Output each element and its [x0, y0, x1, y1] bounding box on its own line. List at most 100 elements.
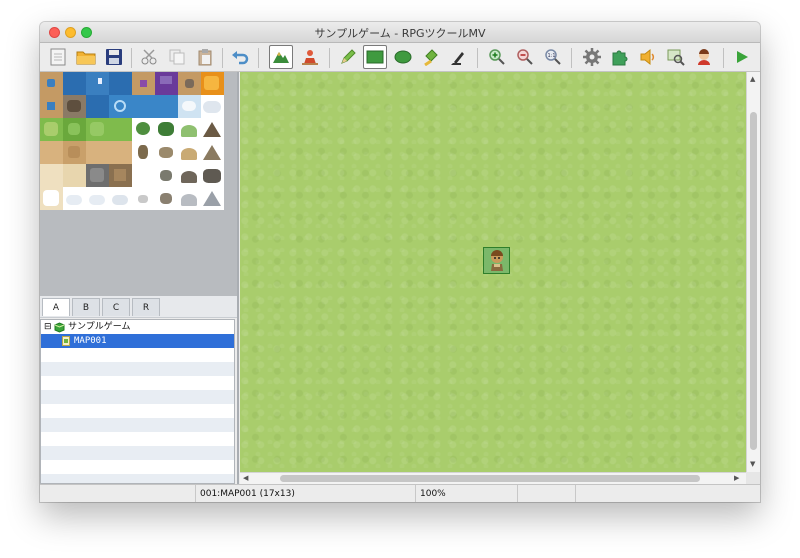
- character-generator-button[interactable]: [692, 45, 716, 69]
- tile-poison[interactable]: [155, 72, 178, 95]
- tile-dead-tree[interactable]: [132, 141, 155, 164]
- event-searcher-button[interactable]: [664, 45, 688, 69]
- horizontal-scroll-thumb[interactable]: [280, 475, 700, 482]
- tile-dirt[interactable]: [40, 141, 63, 164]
- tile-empty[interactable]: [132, 164, 155, 187]
- tile-waterfall[interactable]: [155, 95, 178, 118]
- tab-tileset-b[interactable]: B: [72, 298, 100, 316]
- vertical-scroll-thumb[interactable]: [750, 112, 757, 450]
- tile-whirlpool[interactable]: [109, 95, 132, 118]
- tile-gravel[interactable]: [86, 164, 109, 187]
- tab-tileset-a[interactable]: A: [42, 298, 70, 316]
- tile-ruins[interactable]: [109, 164, 132, 187]
- tile-snow-edge[interactable]: [40, 187, 63, 210]
- tile-mountain[interactable]: [201, 118, 224, 141]
- tile-hill[interactable]: [178, 118, 201, 141]
- tile-deep-sea[interactable]: [109, 72, 132, 95]
- tile-lava-edge[interactable]: [178, 72, 201, 95]
- tile-snow-rock[interactable]: [132, 187, 155, 210]
- scroll-up-arrow-icon[interactable]: ▲: [750, 74, 755, 84]
- tile-snow-2[interactable]: [86, 187, 109, 210]
- ellipse-tool-button[interactable]: [391, 45, 415, 69]
- pencil-tool-button[interactable]: [336, 45, 360, 69]
- tile-boulder[interactable]: [155, 164, 178, 187]
- tile-grass[interactable]: [40, 118, 63, 141]
- map-vertical-scrollbar[interactable]: ▲ ▼: [746, 72, 760, 472]
- empty-tree-row: [41, 404, 234, 418]
- map-tree-project-row[interactable]: ⊟ サンプルゲーム: [41, 320, 234, 334]
- tile-snow-hill[interactable]: [178, 187, 201, 210]
- scroll-left-arrow-icon[interactable]: ◀: [243, 473, 248, 483]
- new-project-button[interactable]: [46, 45, 70, 69]
- tile-forest[interactable]: [155, 118, 178, 141]
- tile-ice[interactable]: [178, 95, 201, 118]
- cut-button[interactable]: [137, 45, 161, 69]
- zoom-out-button[interactable]: [513, 45, 537, 69]
- tile-bush[interactable]: [132, 118, 155, 141]
- player-start-event[interactable]: [483, 247, 510, 274]
- tile-water-shallow[interactable]: [132, 95, 155, 118]
- rectangle-tool-button[interactable]: [363, 45, 387, 69]
- clipboard-icon: [198, 49, 212, 66]
- tile-snow[interactable]: [63, 187, 86, 210]
- copy-button[interactable]: [165, 45, 189, 69]
- save-project-button[interactable]: [102, 45, 126, 69]
- toolbar-separator: [571, 48, 572, 68]
- tile-sand-hill[interactable]: [178, 141, 201, 164]
- event-mode-button[interactable]: [298, 45, 322, 69]
- scroll-right-arrow-icon[interactable]: ▶: [734, 473, 739, 483]
- zoom-in-button[interactable]: [485, 45, 509, 69]
- tile-snow-3[interactable]: [109, 187, 132, 210]
- tile-desert-2[interactable]: [63, 164, 86, 187]
- tile-snow-boulder[interactable]: [155, 187, 178, 210]
- project-name: サンプルゲーム: [68, 322, 131, 332]
- map-mode-button[interactable]: [269, 45, 293, 69]
- tile-lava[interactable]: [201, 72, 224, 95]
- zoom-actual-size-icon: 1:1: [545, 49, 561, 65]
- empty-tree-row: [41, 348, 234, 362]
- map-horizontal-scrollbar[interactable]: ◀ ▶: [240, 472, 746, 484]
- tab-tileset-r[interactable]: R: [132, 298, 160, 316]
- tile-meadow[interactable]: [86, 118, 109, 141]
- map-terrain-icon: [273, 52, 289, 63]
- tile-water[interactable]: [86, 72, 109, 95]
- tile-snow-cloud[interactable]: [201, 95, 224, 118]
- empty-tree-row: [41, 474, 234, 483]
- shadow-pen-tool-button[interactable]: [447, 45, 471, 69]
- flood-fill-tool-button[interactable]: [419, 45, 443, 69]
- tile-crag[interactable]: [201, 164, 224, 187]
- tile-rock-sand[interactable]: [40, 95, 63, 118]
- tile-desert[interactable]: [40, 164, 63, 187]
- tile-dirt-dark[interactable]: [63, 141, 86, 164]
- tile-grass-dark[interactable]: [63, 118, 86, 141]
- tile-snow-mountain[interactable]: [201, 187, 224, 210]
- open-project-button[interactable]: [74, 45, 98, 69]
- scroll-down-arrow-icon[interactable]: ▼: [750, 459, 755, 469]
- map-tree-item-map001[interactable]: MAP001: [41, 334, 234, 348]
- actual-size-button[interactable]: 1:1: [541, 45, 565, 69]
- tile-rock-mountain[interactable]: [201, 141, 224, 164]
- tile-sand-water[interactable]: [40, 72, 63, 95]
- tile-deep-water[interactable]: [63, 72, 86, 95]
- map-canvas[interactable]: [240, 72, 746, 472]
- tile-path-2[interactable]: [109, 141, 132, 164]
- tileset-palette[interactable]: [40, 72, 224, 210]
- tile-rock-hill[interactable]: [178, 164, 201, 187]
- tile-meadow-2[interactable]: [109, 118, 132, 141]
- tile-rock-pile[interactable]: [155, 141, 178, 164]
- collapse-toggle[interactable]: ⊟: [44, 320, 52, 334]
- undo-button[interactable]: [228, 45, 252, 69]
- tile-rocks[interactable]: [63, 95, 86, 118]
- sound-test-button[interactable]: [636, 45, 660, 69]
- playtest-button[interactable]: [730, 45, 754, 69]
- tab-tileset-c[interactable]: C: [102, 298, 130, 316]
- paste-button[interactable]: [193, 45, 217, 69]
- tile-water-deep[interactable]: [86, 95, 109, 118]
- tile-lava-sand[interactable]: [132, 72, 155, 95]
- plugin-manager-button[interactable]: [608, 45, 632, 69]
- toolbar-separator: [222, 48, 223, 68]
- paint-bucket-icon: [424, 49, 438, 66]
- pane-splitter[interactable]: [237, 72, 239, 484]
- tile-path[interactable]: [86, 141, 109, 164]
- database-button[interactable]: [580, 45, 604, 69]
